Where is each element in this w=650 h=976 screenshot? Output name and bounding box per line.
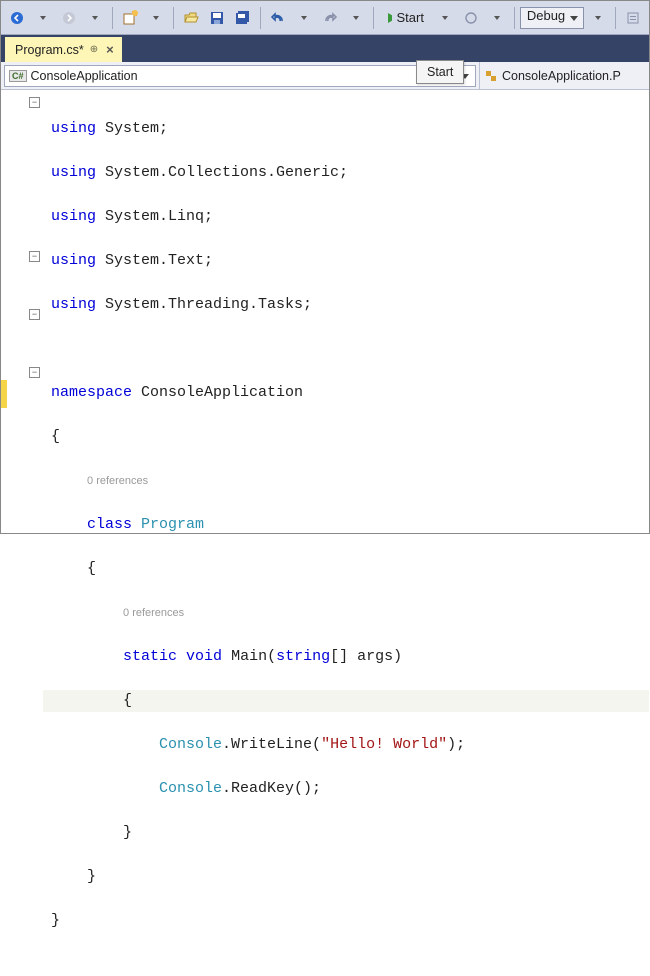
undo-dropdown[interactable] — [292, 6, 316, 30]
separator — [173, 7, 174, 29]
save-all-button[interactable] — [231, 6, 255, 30]
start-debug-button[interactable]: Start — [379, 6, 431, 30]
gutter: − − − − — [1, 90, 43, 533]
undo-button[interactable] — [266, 6, 290, 30]
forward-button[interactable] — [57, 6, 81, 30]
browser-select-button[interactable] — [459, 6, 483, 30]
code-area[interactable]: using System; using System.Collections.G… — [43, 90, 649, 533]
fold-toggle[interactable]: − — [29, 309, 40, 320]
start-label: Start — [396, 10, 423, 25]
back-dropdown[interactable] — [31, 6, 55, 30]
separator — [112, 7, 113, 29]
scope-combo[interactable]: C# ConsoleApplication — [4, 65, 476, 87]
change-marker — [1, 380, 7, 408]
new-project-dropdown[interactable] — [144, 6, 168, 30]
tooltip: Start — [416, 60, 464, 84]
tab-filename: Program.cs* — [15, 43, 84, 57]
solution-config-combo[interactable]: Debug — [520, 7, 584, 29]
browser-dropdown[interactable] — [485, 6, 509, 30]
new-project-button[interactable] — [118, 6, 142, 30]
separator — [260, 7, 261, 29]
save-button[interactable] — [205, 6, 229, 30]
separator — [615, 7, 616, 29]
start-dropdown[interactable] — [433, 6, 457, 30]
find-in-files-button[interactable] — [621, 6, 645, 30]
forward-dropdown[interactable] — [83, 6, 107, 30]
fold-toggle[interactable]: − — [29, 251, 40, 262]
back-button[interactable] — [5, 6, 29, 30]
document-tab-active[interactable]: Program.cs* ⊕ × — [5, 37, 122, 62]
open-file-button[interactable] — [179, 6, 203, 30]
separator — [373, 7, 374, 29]
close-icon[interactable]: × — [104, 42, 116, 57]
member-combo[interactable]: ConsoleApplication.P — [479, 62, 649, 89]
scope-text: ConsoleApplication — [31, 69, 138, 83]
pin-icon[interactable]: ⊕ — [90, 44, 98, 55]
navigation-bar: C# ConsoleApplication ConsoleApplication… — [1, 62, 649, 90]
redo-dropdown[interactable] — [344, 6, 368, 30]
config-value: Debug — [527, 8, 565, 23]
separator — [514, 7, 515, 29]
redo-button[interactable] — [318, 6, 342, 30]
language-badge: C# — [9, 70, 27, 82]
fold-toggle[interactable]: − — [29, 367, 40, 378]
config-more-dropdown[interactable] — [586, 6, 610, 30]
fold-toggle[interactable]: − — [29, 97, 40, 108]
code-editor: − − − − using System; using System.Colle… — [1, 90, 649, 533]
play-icon — [386, 12, 393, 24]
document-tab-strip: Program.cs* ⊕ × Start — [1, 35, 649, 62]
main-toolbar: Start Debug — [1, 1, 649, 35]
namespace-icon — [484, 69, 498, 83]
member-text: ConsoleApplication.P — [502, 69, 621, 83]
